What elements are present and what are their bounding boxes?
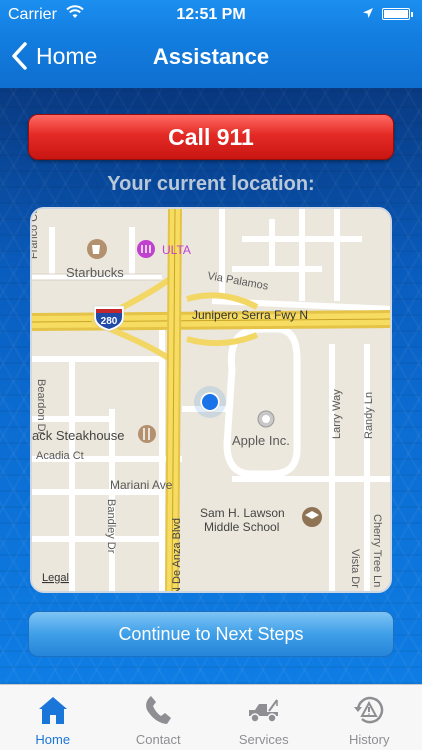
current-location-dot	[202, 394, 218, 410]
clock: 12:51 PM	[176, 6, 246, 23]
map-label-school-line2: Middle School	[204, 520, 279, 534]
map-label-franco: Franco Ct	[32, 211, 40, 259]
tab-services[interactable]: Services	[211, 685, 317, 750]
highway-shield-number: 280	[101, 316, 118, 327]
map-label-acadia: Acadia Ct	[36, 450, 84, 462]
tab-label: Services	[238, 732, 289, 747]
page-title: Assistance	[152, 44, 270, 69]
restaurant-icon	[138, 425, 156, 443]
map-label-randy: Randy Ln	[363, 392, 375, 439]
map-label-school-line1: Sam H. Lawson	[200, 506, 285, 520]
map-label-steakhouse: ack Steakhouse	[32, 428, 125, 443]
continue-button[interactable]: Continue to Next Steps	[28, 611, 394, 657]
status-bar: Carrier 12:51 PM	[0, 0, 422, 30]
call-911-button[interactable]: Call 911	[28, 114, 394, 160]
map-label-mariani: Mariani Ave	[110, 478, 173, 492]
battery-icon	[382, 8, 413, 20]
tab-label: History	[349, 732, 390, 747]
current-location-label: Your current location:	[107, 173, 315, 195]
map-label-starbucks: Starbucks	[66, 265, 124, 280]
map-label-apple: Apple Inc.	[232, 433, 290, 448]
map-label-junipero: Junipero Serra Fwy N	[192, 308, 308, 322]
tow-truck-icon	[248, 699, 278, 723]
map-label-larry: Larry Way	[331, 389, 343, 439]
tab-contact[interactable]: Contact	[106, 685, 212, 750]
history-icon	[354, 696, 384, 724]
tab-label: Home	[35, 732, 71, 747]
house-icon	[38, 697, 67, 724]
top-bar: Carrier 12:51 PM Home Assistance	[0, 0, 422, 88]
map-label-de-anza: N De Anza Blvd	[171, 518, 183, 593]
phone-icon	[146, 696, 172, 724]
location-map[interactable]: 280 Franco Ct Starbucks ULTA Via Palamos…	[30, 207, 392, 593]
tab-label: Contact	[135, 732, 181, 747]
map-label-ulta: ULTA	[162, 243, 191, 257]
map-label-bandley: Bandley Dr	[105, 499, 117, 554]
map-label-cherry: Cherry Tree Ln	[371, 514, 383, 587]
tab-bar: Home Contact Services History	[0, 684, 422, 750]
tab-home[interactable]: Home	[0, 685, 106, 750]
tab-history[interactable]: History	[317, 685, 422, 750]
map-label-vista: Vista Dr	[349, 549, 361, 588]
map-legal-link[interactable]: Legal	[42, 572, 69, 584]
location-arrow-icon	[363, 8, 373, 18]
